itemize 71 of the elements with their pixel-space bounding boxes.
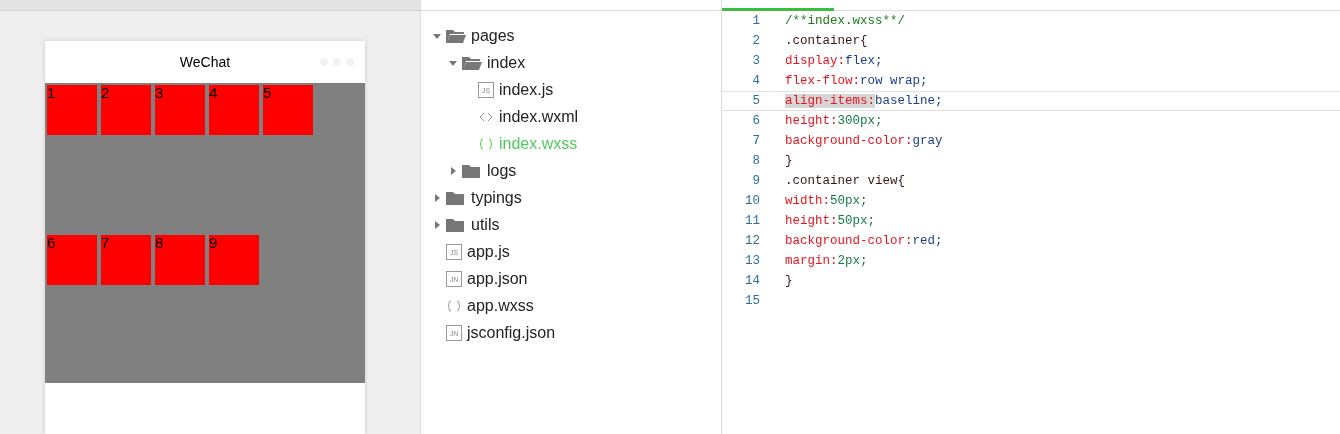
- code-token: .container{: [785, 34, 868, 48]
- line-number: 7: [751, 134, 760, 148]
- line-number: 3: [751, 54, 760, 68]
- code-token: }: [785, 154, 793, 168]
- flex-item: 3: [155, 84, 205, 135]
- file-name[interactable]: app.js: [467, 242, 510, 261]
- line-number: 13: [744, 254, 760, 268]
- folder-name[interactable]: logs: [487, 161, 517, 180]
- line-number: 11: [744, 214, 760, 228]
- code-token: red;: [912, 234, 943, 248]
- curly-braces-icon: [446, 297, 462, 314]
- code-token: row wrap;: [860, 74, 928, 88]
- code-token: height:: [785, 114, 838, 128]
- line-number: 10: [744, 194, 760, 208]
- code-token: .container view{: [785, 174, 906, 188]
- code-token: 50px;: [830, 194, 868, 208]
- folder-name[interactable]: utils: [471, 215, 500, 234]
- code-token: gray: [912, 134, 943, 148]
- caret-icon[interactable]: [433, 193, 441, 202]
- line-number: 14: [744, 274, 760, 288]
- code-token: align-items:: [785, 94, 875, 108]
- folder-icon: [446, 189, 466, 206]
- curly-braces-icon: [478, 135, 494, 152]
- flex-item: 9: [209, 234, 259, 285]
- flex-item: 2: [101, 84, 151, 135]
- line-number: 8: [751, 154, 760, 168]
- folder-name[interactable]: index: [487, 53, 526, 72]
- file-name[interactable]: jsconfig.json: [467, 323, 556, 342]
- flex-item: 5: [263, 84, 313, 135]
- folder-icon: [446, 27, 466, 44]
- line-number: 1: [751, 14, 760, 28]
- file-name[interactable]: index.wxml: [499, 107, 579, 126]
- line-number: 2: [751, 34, 760, 48]
- code-token: flex-flow:: [785, 74, 860, 88]
- caret-icon[interactable]: [433, 220, 441, 229]
- line-number: 15: [744, 294, 760, 308]
- caret-icon[interactable]: [449, 166, 457, 175]
- code-token: 50px;: [837, 214, 876, 228]
- code-token: flex;: [845, 54, 883, 68]
- code-token: 2px;: [837, 254, 868, 268]
- folder-icon: [462, 54, 482, 71]
- folder-icon: [446, 216, 466, 233]
- nav-title: WeChat: [179, 53, 231, 70]
- flex-item: 8: [155, 234, 205, 285]
- code-token: background-color:: [785, 134, 913, 148]
- folder-icon: [462, 162, 482, 179]
- code-token: height:: [785, 214, 838, 228]
- line-number: 4: [751, 74, 760, 88]
- caret-icon[interactable]: [433, 31, 441, 40]
- folder-name[interactable]: typings: [471, 188, 522, 207]
- code-token: baseline;: [875, 94, 943, 108]
- code-token: width:: [785, 194, 830, 208]
- line-number: 9: [751, 174, 760, 188]
- code-token: display:: [785, 54, 845, 68]
- code-token: 300px;: [837, 114, 883, 128]
- folder-name[interactable]: pages: [471, 26, 515, 45]
- code-token: background-color:: [785, 234, 913, 248]
- code-token: margin:: [785, 254, 838, 268]
- line-number: 5: [751, 94, 760, 108]
- flex-item: 7: [101, 234, 151, 285]
- flex-item: 4: [209, 84, 259, 135]
- caret-icon[interactable]: [449, 58, 457, 67]
- flex-item: 6: [47, 234, 97, 285]
- code-token: }: [785, 274, 793, 288]
- line-number: 6: [751, 114, 760, 128]
- flex-item: 1: [47, 84, 97, 135]
- file-name[interactable]: index.js: [499, 80, 554, 99]
- file-name[interactable]: app.wxss: [467, 296, 534, 315]
- file-name[interactable]: app.json: [467, 269, 528, 288]
- line-number: 12: [744, 234, 760, 248]
- code-token: /**index.wxss**/: [785, 14, 906, 28]
